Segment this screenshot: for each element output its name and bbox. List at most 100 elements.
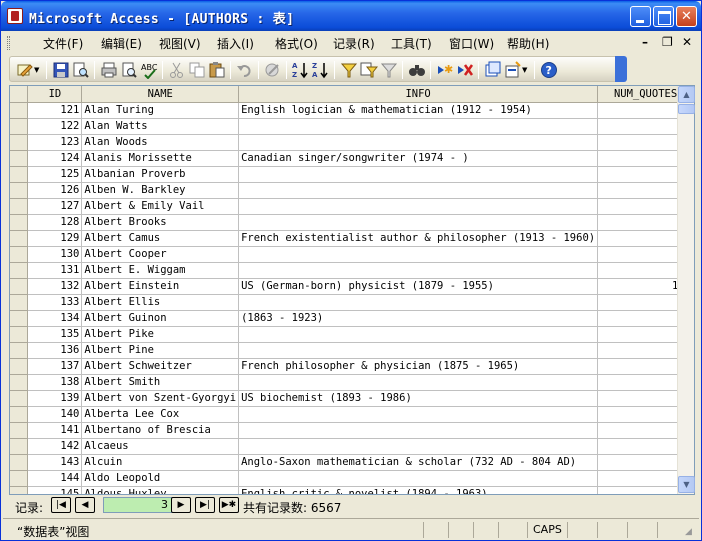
cell-name[interactable]: Albert Guinon <box>81 310 240 327</box>
cell-name[interactable]: Albert & Emily Vail <box>81 198 240 215</box>
table-row[interactable]: 136Albert Pine1 <box>10 342 694 359</box>
scroll-up-icon[interactable]: ▲ <box>678 86 695 103</box>
cell-name[interactable]: Alcuin <box>81 454 240 471</box>
table-row[interactable]: 123Alan Woods1 <box>10 134 694 151</box>
cell-id[interactable]: 141 <box>27 422 83 439</box>
record-selector[interactable] <box>10 102 29 119</box>
first-record-button[interactable]: |◀ <box>51 497 71 513</box>
cell-name[interactable]: Alan Watts <box>81 118 240 135</box>
cell-info[interactable]: Canadian singer/songwriter (1974 - ) <box>238 150 599 167</box>
database-window-icon[interactable] <box>484 61 502 79</box>
sort-descending-icon[interactable]: ZA <box>312 61 330 79</box>
menu-records[interactable]: 记录(R) <box>333 35 375 52</box>
record-selector[interactable] <box>10 326 29 343</box>
column-header-info[interactable]: INFO <box>238 86 599 103</box>
record-selector[interactable] <box>10 422 29 439</box>
cell-info[interactable]: (1863 - 1923) <box>238 310 599 327</box>
cell-id[interactable]: 145 <box>27 486 83 494</box>
table-row[interactable]: 137 Albert Schweitzer French philosopher &… <box>10 358 694 375</box>
undo-icon[interactable] <box>236 61 254 79</box>
table-row[interactable]: 135Albert Pike4 <box>10 326 694 343</box>
record-selector[interactable] <box>10 198 29 215</box>
cell-info[interactable] <box>238 470 599 487</box>
cell-id[interactable]: 133 <box>27 294 83 311</box>
cell-name[interactable]: Albert Pike <box>81 326 240 343</box>
cell-id[interactable]: 121 <box>27 102 83 119</box>
cell-name[interactable]: Alberta Lee Cox <box>81 406 240 423</box>
cell-info[interactable] <box>238 182 599 199</box>
cell-id[interactable]: 123 <box>27 134 83 151</box>
cell-info[interactable]: French philosopher & physician (1875 - 1… <box>238 358 599 375</box>
cell-info[interactable] <box>238 326 599 343</box>
cell-id[interactable]: 132 <box>27 278 83 295</box>
cell-id[interactable]: 142 <box>27 438 83 455</box>
cell-info[interactable] <box>238 406 599 423</box>
cell-info[interactable]: English logician & mathematician (1912 -… <box>238 102 599 119</box>
record-selector[interactable] <box>10 374 29 391</box>
cell-id[interactable]: 124 <box>27 150 83 167</box>
new-record-icon[interactable]: ✱ <box>436 61 454 79</box>
cell-name[interactable]: Albanian Proverb <box>81 166 240 183</box>
table-row[interactable]: 121 Alan Turing English logician & mathema… <box>10 102 694 119</box>
cell-id[interactable]: 144 <box>27 470 83 487</box>
cell-info[interactable] <box>238 422 599 439</box>
cell-name[interactable]: Aldo Leopold <box>81 470 240 487</box>
cell-name[interactable]: Alan Turing <box>81 102 240 119</box>
cell-id[interactable]: 127 <box>27 198 83 215</box>
spelling-icon[interactable]: ABC <box>140 61 158 79</box>
cell-id[interactable]: 130 <box>27 246 83 263</box>
table-row[interactable]: 131Albert E. Wiggam1 <box>10 262 694 279</box>
table-row[interactable]: 143 Alcuin Anglo-Saxon mathematician & sch… <box>10 454 694 471</box>
menu-file[interactable]: 文件(F) <box>43 35 83 52</box>
print-icon[interactable] <box>100 61 118 79</box>
cell-name[interactable]: Albertano of Brescia <box>81 422 240 439</box>
table-row[interactable]: 138Albert Smith1 <box>10 374 694 391</box>
column-header-id[interactable]: ID <box>27 86 83 103</box>
table-row[interactable]: 122Alan Watts6 <box>10 118 694 135</box>
cell-id[interactable]: 143 <box>27 454 83 471</box>
find-icon[interactable] <box>408 61 426 79</box>
previous-record-button[interactable]: ◀ <box>75 497 95 513</box>
next-record-button[interactable]: ▶ <box>171 497 191 513</box>
new-record-button[interactable]: ▶✱ <box>219 497 239 513</box>
cell-info[interactable] <box>238 134 599 151</box>
record-selector[interactable] <box>10 246 29 263</box>
filter-by-form-icon[interactable] <box>360 61 378 79</box>
datasheet-grid[interactable]: ID NAME INFO NUM_QUOTES 121 Alan Turing En… <box>9 85 695 495</box>
cell-info[interactable]: English critic & novelist (1894 - 1963) <box>238 486 599 494</box>
record-selector[interactable] <box>10 278 29 295</box>
menu-window[interactable]: 窗口(W) <box>449 35 494 52</box>
cell-name[interactable]: Alanis Morissette <box>81 150 240 167</box>
record-selector[interactable] <box>10 390 29 407</box>
doc-close-button[interactable]: ✕ <box>682 35 692 49</box>
vertical-scrollbar[interactable]: ▲ ▼ <box>677 86 695 494</box>
cell-name[interactable]: Albert Camus <box>81 230 240 247</box>
record-selector[interactable] <box>10 230 29 247</box>
menu-edit[interactable]: 编辑(E) <box>101 35 142 52</box>
cell-info[interactable] <box>238 166 599 183</box>
cell-info[interactable] <box>238 262 599 279</box>
minimize-button[interactable] <box>630 6 651 27</box>
cell-info[interactable] <box>238 438 599 455</box>
cell-id[interactable]: 135 <box>27 326 83 343</box>
cell-info[interactable]: French existentialist author & philosoph… <box>238 230 599 247</box>
cell-id[interactable]: 140 <box>27 406 83 423</box>
cell-info[interactable] <box>238 374 599 391</box>
table-row[interactable]: 142Alcaeus1 <box>10 438 694 455</box>
delete-record-icon[interactable] <box>456 61 474 79</box>
cell-id[interactable]: 139 <box>27 390 83 407</box>
menu-insert[interactable]: 插入(I) <box>217 35 254 52</box>
cell-name[interactable]: Albert Ellis <box>81 294 240 311</box>
table-row[interactable]: 141Albertano of Brescia1 <box>10 422 694 439</box>
record-selector[interactable] <box>10 182 29 199</box>
view-dropdown-icon[interactable]: ▼ <box>34 66 39 74</box>
resize-grip-icon[interactable]: ◢ <box>685 527 692 537</box>
record-selector[interactable] <box>10 486 29 494</box>
table-row[interactable]: 140Alberta Lee Cox1 <box>10 406 694 423</box>
cell-name[interactable]: Albert Smith <box>81 374 240 391</box>
record-selector[interactable] <box>10 470 29 487</box>
menu-format[interactable]: 格式(O) <box>275 35 318 52</box>
cell-info[interactable] <box>238 342 599 359</box>
table-row[interactable]: 132 Albert Einstein US (German-born) physi… <box>10 278 694 295</box>
current-record-input[interactable]: 3 <box>103 497 173 513</box>
